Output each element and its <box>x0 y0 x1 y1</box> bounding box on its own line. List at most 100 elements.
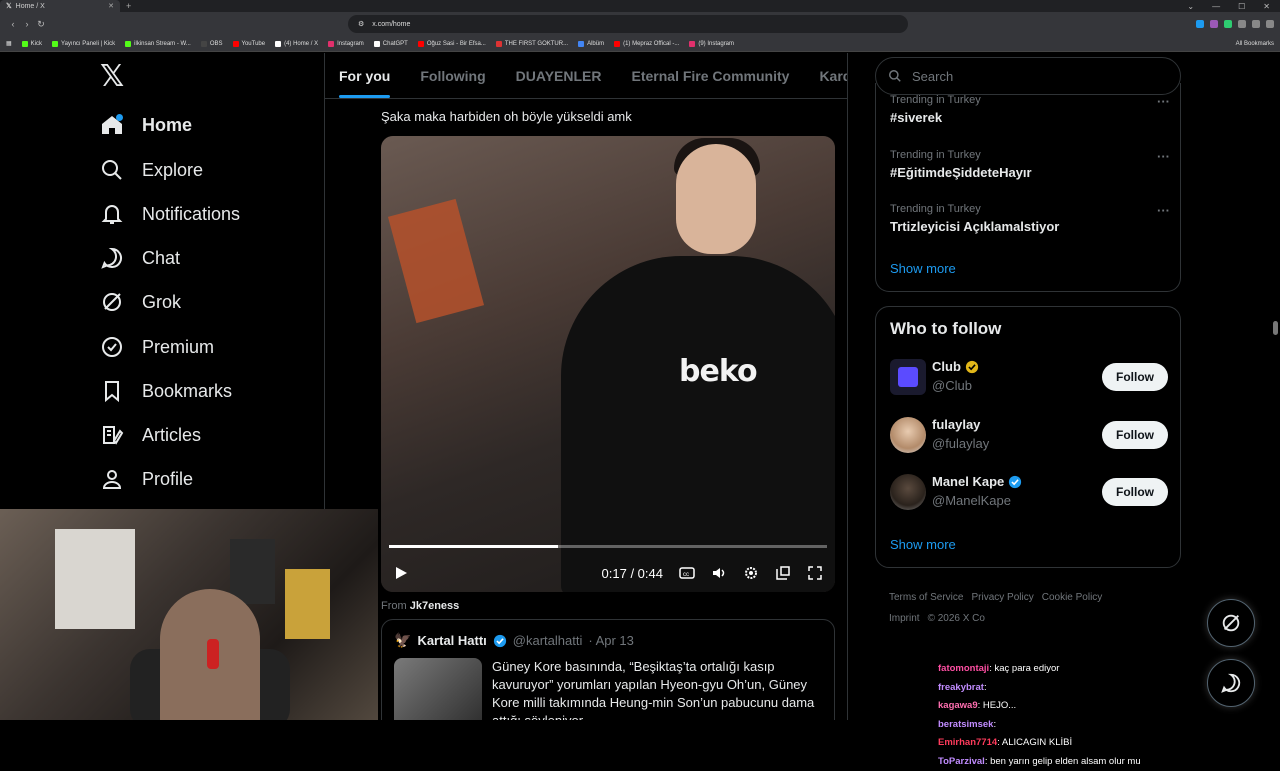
extension-icon[interactable] <box>1238 20 1246 28</box>
follow-suggestion[interactable]: fulaylay @fulaylay Follow <box>890 415 1168 455</box>
feed-tab[interactable]: Kardeşler Ku <box>819 68 848 84</box>
reload-icon[interactable]: ↻ <box>34 19 48 30</box>
apps-grid-icon[interactable]: ▦ <box>6 40 12 47</box>
avatar[interactable] <box>890 474 926 510</box>
home-icon <box>100 113 124 137</box>
trend-item[interactable]: Trending in Turkey #EğitimdeŞiddeteHayır… <box>890 149 1170 180</box>
video-player[interactable]: beko 0:17 / 0:44 cc <box>381 136 835 592</box>
follow-button[interactable]: Follow <box>1102 478 1168 506</box>
trend-item[interactable]: Trending in Turkey Trtizleyicisi Açıklam… <box>890 203 1170 234</box>
all-bookmarks[interactable]: All Bookmarks <box>1236 41 1274 47</box>
messages-fab[interactable] <box>1207 659 1255 707</box>
follow-name[interactable]: fulaylay <box>932 417 980 432</box>
feed-tab[interactable]: Following <box>420 68 485 84</box>
nav-articles[interactable]: Articles <box>100 420 201 450</box>
search-input[interactable]: Search <box>875 57 1181 95</box>
footer-link[interactable]: Imprint <box>889 613 920 624</box>
video-progress-bar[interactable] <box>389 545 827 548</box>
footer-link[interactable]: Cookie Policy <box>1042 592 1103 603</box>
bookmark-item[interactable]: YouTube <box>233 41 266 47</box>
more-options-icon[interactable]: ··· <box>1157 203 1170 218</box>
maximize-icon[interactable]: ☐ <box>1238 2 1245 11</box>
nav-explore[interactable]: Explore <box>100 155 203 185</box>
bookmark-item[interactable]: Kick <box>22 41 42 47</box>
bookmark-item[interactable]: THE FIRST GOKTUR... <box>496 41 568 47</box>
bookmark-item[interactable]: ChatGPT <box>374 41 408 47</box>
from-user-link[interactable]: Jk7eness <box>410 600 460 612</box>
grok-fab[interactable] <box>1207 599 1255 647</box>
feed-tab[interactable]: For you <box>339 68 390 84</box>
trend-item[interactable]: Trending in Turkey #siverek ··· <box>890 94 1170 125</box>
bookmark-item[interactable]: (4) Home / X <box>275 41 318 47</box>
play-icon[interactable] <box>393 565 409 581</box>
avatar[interactable] <box>890 359 926 395</box>
follow-suggestion[interactable]: Manel Kape @ManelKape Follow <box>890 472 1168 512</box>
bookmark-item[interactable]: (1) Mepraz Offical -... <box>614 41 679 47</box>
follow-button[interactable]: Follow <box>1102 363 1168 391</box>
follow-name[interactable]: Manel Kape <box>932 474 1022 489</box>
volume-icon[interactable] <box>711 565 727 581</box>
extension-icon[interactable] <box>1266 20 1274 28</box>
footer-link[interactable]: © 2026 X Co <box>928 613 985 624</box>
who-to-follow-show-more[interactable]: Show more <box>890 537 956 552</box>
more-options-icon[interactable]: ··· <box>1157 149 1170 164</box>
extension-icon[interactable] <box>1252 20 1260 28</box>
fullscreen-icon[interactable] <box>807 565 823 581</box>
settings-gear-icon[interactable] <box>743 565 759 581</box>
new-tab-icon[interactable]: + <box>126 1 131 11</box>
browser-tab[interactable]: 𝕏 Home / X ✕ <box>0 0 120 12</box>
footer-link[interactable]: Privacy Policy <box>971 592 1033 603</box>
from-label: From <box>381 600 407 612</box>
trends-panel: Trending in Turkey #siverek ··· Trending… <box>875 83 1181 292</box>
trends-show-more[interactable]: Show more <box>890 261 956 276</box>
site-info-icon[interactable]: ⚙ <box>358 20 364 28</box>
quoted-author-name[interactable]: Kartal Hattı <box>417 633 486 648</box>
follow-handle: @fulaylay <box>932 436 989 451</box>
bookmark-item[interactable]: Instagram <box>328 41 364 47</box>
back-icon[interactable]: ‹ <box>6 19 20 29</box>
follow-button[interactable]: Follow <box>1102 421 1168 449</box>
extension-icon[interactable] <box>1224 20 1232 28</box>
bookmark-item[interactable]: ilkinsan Stream - W... <box>125 41 191 47</box>
nav-premium[interactable]: Premium <box>100 332 214 362</box>
quoted-post-thumbnail <box>394 658 482 720</box>
nav-profile[interactable]: Profile <box>100 464 193 494</box>
close-icon[interactable]: ✕ <box>108 2 114 10</box>
extension-icon[interactable] <box>1196 20 1204 28</box>
close-window-icon[interactable]: ✕ <box>1263 2 1270 11</box>
feed-tab[interactable]: DUAYENLER <box>516 68 602 84</box>
search-icon <box>100 158 124 182</box>
bookmark-item[interactable]: (9) Instagram <box>689 41 734 47</box>
follow-suggestion[interactable]: Club @Club Follow <box>890 357 1168 397</box>
feed-tab[interactable]: Eternal Fire Community <box>632 68 790 84</box>
main-feed: For you Following DUAYENLER Eternal Fire Co… <box>325 53 848 720</box>
quoted-post[interactable]: 🦅 Kartal Hattı @kartalhatti · Apr 13 Gün… <box>381 619 835 720</box>
picture-in-picture-icon[interactable] <box>775 565 791 581</box>
nav-notifications-label: Notifications <box>142 204 240 225</box>
bookmark-item[interactable]: Oğuz Sasi - Bir Efsa... <box>418 41 486 47</box>
follow-name[interactable]: Club <box>932 359 979 374</box>
nav-chat-label: Chat <box>142 248 180 269</box>
bookmark-item[interactable]: Yayıncı Paneli | Kick <box>52 41 115 47</box>
nav-bookmarks[interactable]: Bookmarks <box>100 376 232 406</box>
bookmark-item[interactable]: OBS <box>201 41 223 47</box>
bookmark-item[interactable]: Albüm <box>578 41 604 47</box>
nav-grok[interactable]: Grok <box>100 287 181 317</box>
nav-notifications[interactable]: Notifications <box>100 199 240 229</box>
extension-icon[interactable] <box>1210 20 1218 28</box>
bookmark-label: Oğuz Sasi - Bir Efsa... <box>427 41 486 47</box>
nav-home[interactable]: Home <box>100 110 192 140</box>
minimize-icon[interactable]: — <box>1212 2 1220 11</box>
chat-username: Emirhan7714 <box>938 737 997 748</box>
url-field[interactable]: ⚙ x.com/home <box>348 15 908 33</box>
forward-icon[interactable]: › <box>20 19 34 29</box>
x-logo-icon[interactable]: 𝕏 <box>100 63 128 91</box>
avatar[interactable] <box>890 417 926 453</box>
nav-chat[interactable]: Chat <box>100 243 180 273</box>
footer-link[interactable]: Terms of Service <box>889 592 963 603</box>
scrollbar-thumb[interactable] <box>1273 321 1278 335</box>
chevron-down-icon[interactable]: ⌄ <box>1187 2 1194 11</box>
x-app: 𝕏 Home Explore Notifications Chat Grok P <box>0 53 1280 720</box>
captions-icon[interactable]: cc <box>679 565 695 581</box>
more-options-icon[interactable]: ··· <box>1157 94 1170 109</box>
